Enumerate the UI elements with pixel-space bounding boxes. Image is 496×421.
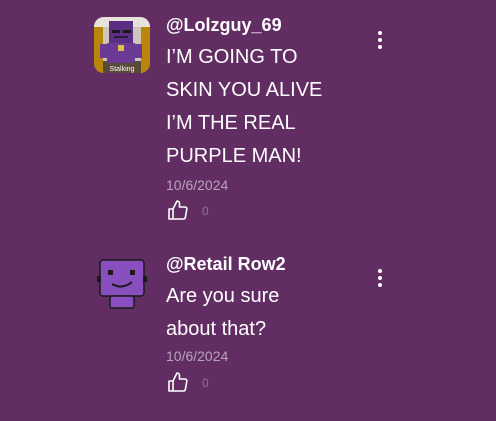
like-count: 0 (202, 204, 209, 218)
comment-text: I’M GOING TO SKIN YOU ALIVE I’M THE REAL… (166, 41, 322, 173)
more-options-button[interactable] (370, 266, 390, 290)
comment-text-line: I’M THE REAL (166, 112, 296, 134)
comment-text-line: about that? (166, 318, 267, 340)
avatar-caption: Stalking (110, 66, 135, 73)
comment: @Retail Row2 Are you sure about that? 10… (0, 240, 496, 421)
comment: Stalking @Lolzguy_69 I’M GOING TO SKIN Y… (0, 0, 496, 240)
thumbs-up-icon (168, 200, 188, 220)
username[interactable]: @Lolzguy_69 (166, 15, 282, 36)
more-options-button[interactable] (370, 28, 390, 52)
like-button[interactable] (166, 198, 190, 222)
comment-text-line: SKIN YOU ALIVE (166, 79, 323, 101)
comment-date: 10/6/2024 (166, 348, 229, 364)
more-vertical-icon (378, 31, 382, 49)
avatar[interactable] (94, 254, 150, 310)
avatar-image: Stalking (94, 17, 150, 73)
comment-text-line: I’M GOING TO (166, 46, 298, 68)
like-count: 0 (202, 376, 209, 390)
comment-text-line: PURPLE MAN! (166, 145, 302, 167)
avatar[interactable]: Stalking (94, 17, 150, 73)
comment-text: Are you sure about that? (166, 280, 279, 346)
like-button[interactable] (166, 370, 190, 394)
comment-text-line: Are you sure (166, 285, 280, 307)
more-vertical-icon (378, 269, 382, 287)
comment-date: 10/6/2024 (166, 177, 229, 193)
username[interactable]: @Retail Row2 (166, 254, 286, 275)
avatar-image (97, 259, 147, 309)
thumbs-up-icon (168, 372, 188, 392)
